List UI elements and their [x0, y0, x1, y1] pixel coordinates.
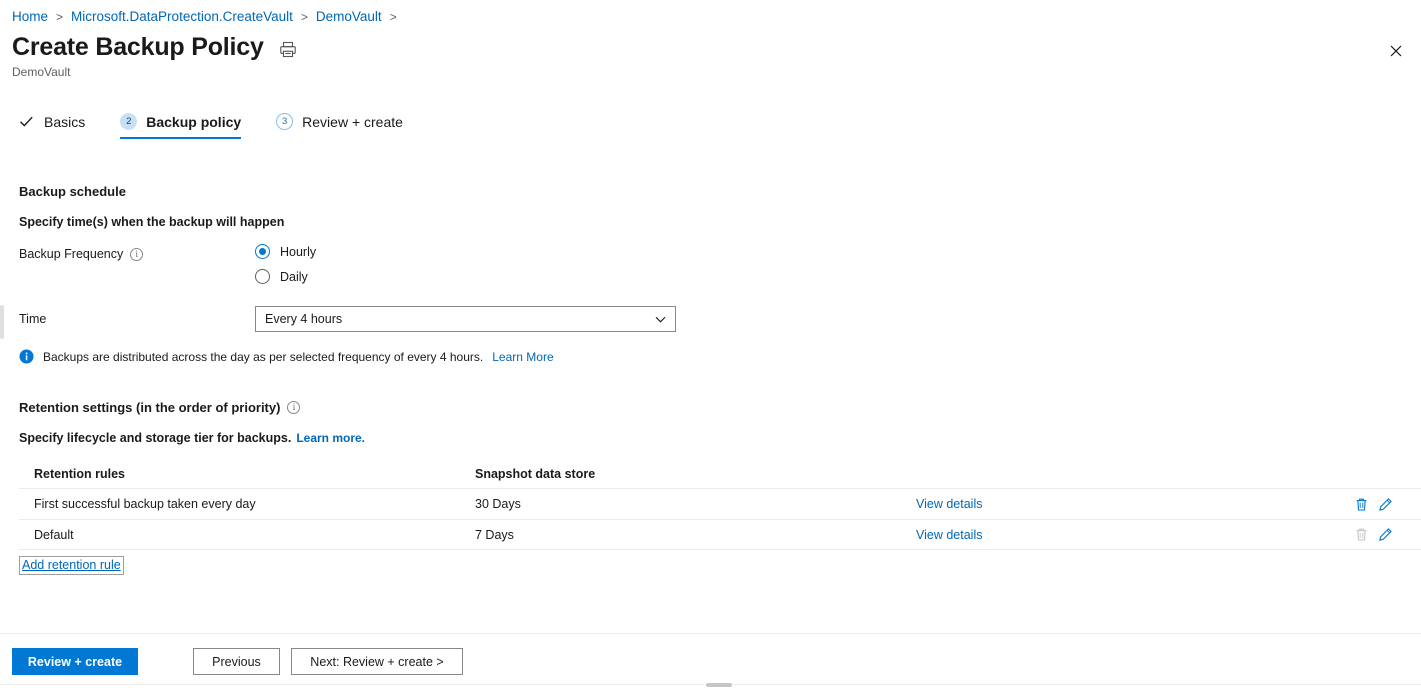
info-icon[interactable]: i: [287, 401, 301, 414]
breadcrumb-separator-icon: >: [300, 9, 308, 24]
view-details-link[interactable]: View details: [916, 497, 982, 511]
wizard-steps: Basics 2 Backup policy 3 Review + create: [18, 113, 420, 139]
blade-footer: Review + create Previous Next: Review + …: [0, 633, 1421, 688]
table-header-row: Retention rules Snapshot data store: [19, 460, 1421, 488]
printer-icon[interactable]: [278, 40, 298, 60]
breadcrumb-separator-icon: >: [389, 9, 397, 24]
tab-review-create[interactable]: 3 Review + create: [276, 113, 420, 139]
pencil-icon[interactable]: [1378, 527, 1393, 542]
backup-frequency-label: Backup Frequency i: [19, 247, 144, 261]
backup-frequency-radio-group: Hourly Daily: [255, 239, 316, 289]
blade-content: Backup schedule Specify time(s) when the…: [0, 155, 1421, 633]
schedule-info-text: Backups are distributed across the day a…: [43, 349, 484, 364]
tab-backup-policy-label: Backup policy: [146, 113, 242, 130]
radio-daily-label: Daily: [280, 269, 308, 284]
row-actions: [1016, 527, 1421, 542]
close-icon: [1390, 45, 1402, 57]
chevron-down-icon: [655, 316, 666, 323]
learn-more-link-schedule[interactable]: Learn More: [492, 350, 553, 364]
add-retention-rule-wrapper: Add retention rule: [19, 556, 124, 575]
page-title: Create Backup Policy: [12, 33, 264, 61]
breadcrumb-item-createvault[interactable]: Microsoft.DataProtection.CreateVault: [71, 9, 293, 24]
step-number-2: 2: [120, 113, 138, 130]
tab-basics[interactable]: Basics: [18, 113, 102, 139]
pencil-icon[interactable]: [1378, 497, 1393, 512]
backup-schedule-heading: Backup schedule: [19, 184, 126, 199]
page-header: Create Backup Policy: [12, 32, 298, 62]
add-retention-rule-link[interactable]: Add retention rule: [19, 556, 124, 575]
retention-settings-heading: Retention settings (in the order of prio…: [19, 400, 301, 415]
check-icon: [20, 116, 33, 127]
review-create-button[interactable]: Review + create: [12, 648, 138, 675]
retention-rules-table: Retention rules Snapshot data store Firs…: [19, 460, 1421, 550]
next-review-create-button[interactable]: Next: Review + create >: [291, 648, 463, 675]
breadcrumb-separator-icon: >: [56, 9, 64, 24]
time-label-text: Time: [19, 312, 47, 326]
tab-basics-label: Basics: [44, 113, 86, 130]
learn-more-link-retention[interactable]: Learn more.: [296, 431, 365, 445]
info-filled-icon: [19, 349, 34, 364]
left-edge-scroll-handle[interactable]: [0, 305, 4, 339]
table-row[interactable]: First successful backup taken every day …: [19, 488, 1421, 519]
radio-hourly-label: Hourly: [280, 244, 317, 259]
radio-hourly-indicator[interactable]: [255, 244, 270, 259]
create-backup-policy-blade: Home > Microsoft.DataProtection.CreateVa…: [0, 0, 1421, 688]
time-label: Time: [19, 312, 46, 326]
retention-instruction: Specify lifecycle and storage tier for b…: [19, 431, 365, 445]
close-button[interactable]: [1381, 36, 1411, 66]
radio-option-hourly[interactable]: Hourly: [255, 239, 316, 264]
time-select[interactable]: Every 4 hours: [255, 306, 676, 332]
breadcrumb: Home > Microsoft.DataProtection.CreateVa…: [12, 9, 405, 24]
radio-option-daily[interactable]: Daily: [255, 264, 316, 289]
row-actions: [1016, 497, 1421, 512]
previous-button[interactable]: Previous: [193, 648, 280, 675]
cell-retention-rule: Default: [34, 527, 74, 542]
schedule-info-banner: Backups are distributed across the day a…: [19, 349, 554, 364]
breadcrumb-item-home[interactable]: Home: [12, 9, 48, 24]
trash-icon[interactable]: [1354, 497, 1369, 512]
tab-review-create-label: Review + create: [302, 113, 403, 130]
column-header-snapshot-data-store: Snapshot data store: [475, 467, 596, 481]
view-details-link[interactable]: View details: [916, 528, 982, 542]
trash-icon: [1356, 528, 1367, 541]
radio-daily-indicator[interactable]: [255, 269, 270, 284]
breadcrumb-item-demovault[interactable]: DemoVault: [316, 9, 382, 24]
info-icon[interactable]: i: [130, 247, 144, 261]
table-row[interactable]: Default 7 Days View details: [19, 519, 1421, 550]
retention-instruction-text: Specify lifecycle and storage tier for b…: [19, 431, 292, 445]
tab-backup-policy[interactable]: 2 Backup policy: [120, 113, 258, 139]
page-subtitle: DemoVault: [12, 65, 71, 79]
time-select-value: Every 4 hours: [265, 312, 343, 326]
horizontal-scrollbar-thumb[interactable]: [706, 683, 732, 687]
cell-snapshot-data-store: 7 Days: [475, 527, 514, 542]
cell-snapshot-data-store: 30 Days: [475, 497, 521, 511]
cell-retention-rule: First successful backup taken every day: [34, 497, 256, 511]
backup-frequency-label-text: Backup Frequency: [19, 247, 124, 261]
step-number-3: 3: [276, 113, 294, 130]
column-header-retention-rules: Retention rules: [34, 467, 125, 481]
retention-settings-heading-text: Retention settings (in the order of prio…: [19, 400, 281, 415]
backup-schedule-instruction: Specify time(s) when the backup will hap…: [19, 215, 285, 229]
